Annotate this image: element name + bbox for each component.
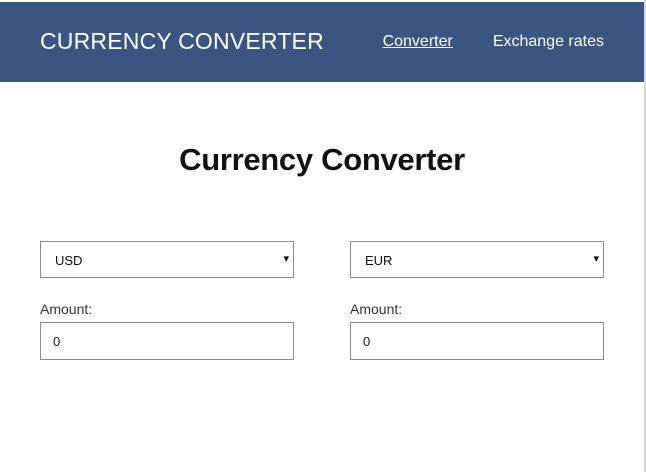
main-nav: Converter Exchange rates [383,33,604,51]
from-currency-value: USD [55,253,83,268]
to-currency-select[interactable]: EUR ▾ [350,241,604,278]
chevron-down-icon: ▾ [283,253,289,265]
to-currency-value: EUR [365,253,393,268]
chevron-down-icon: ▾ [593,253,599,265]
to-amount-label: Amount: [350,301,403,317]
top-navbar: CURRENCY CONVERTER Converter Exchange ra… [0,2,644,82]
nav-link-exchange-rates[interactable]: Exchange rates [493,33,604,51]
to-currency-panel: EUR ▾ Amount: [350,241,604,360]
brand-title[interactable]: CURRENCY CONVERTER [40,28,324,55]
page-title: Currency Converter [179,142,465,177]
from-amount-label: Amount: [40,301,93,317]
nav-link-converter[interactable]: Converter [383,33,453,51]
from-currency-panel: USD ▾ Amount: [40,241,294,360]
from-currency-select[interactable]: USD ▾ [40,241,294,278]
to-amount-input[interactable] [350,322,604,360]
from-amount-input[interactable] [40,322,294,360]
app-window: CURRENCY CONVERTER Converter Exchange ra… [0,0,646,472]
